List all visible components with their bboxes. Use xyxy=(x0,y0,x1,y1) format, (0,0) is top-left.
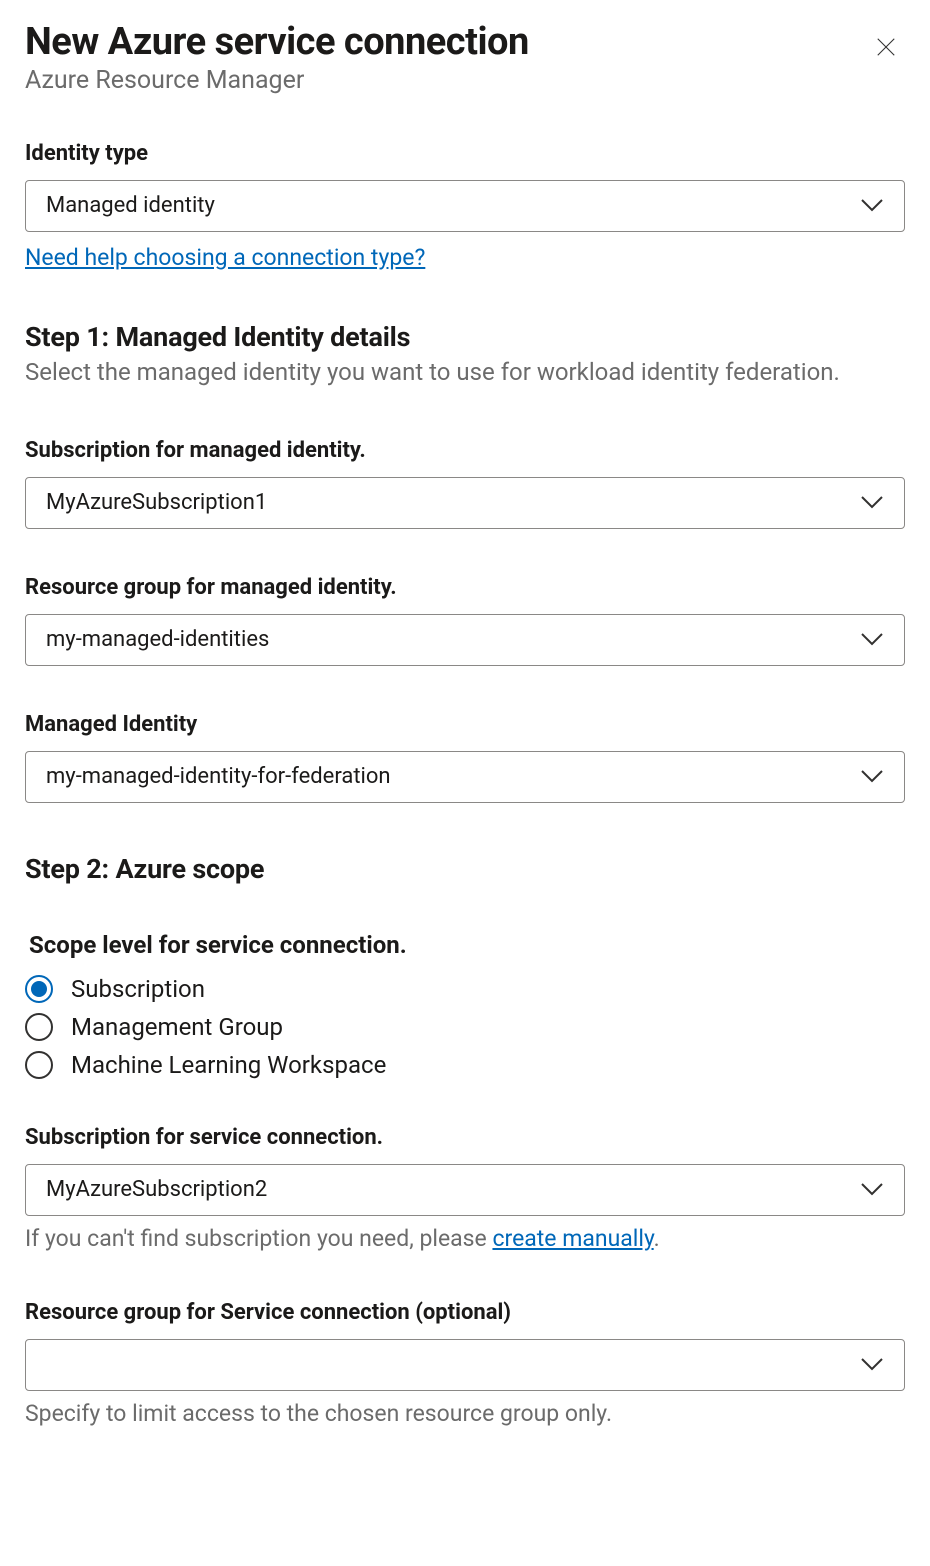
radio-icon xyxy=(25,975,53,1003)
sc-subscription-dropdown[interactable]: MyAzureSubscription2 xyxy=(25,1164,905,1216)
scope-option-label: Machine Learning Workspace xyxy=(71,1051,386,1079)
sc-subscription-label: Subscription for service connection. xyxy=(25,1125,905,1150)
managed-identity-dropdown[interactable]: my-managed-identity-for-federation xyxy=(25,751,905,803)
chevron-down-icon xyxy=(860,629,884,651)
scope-option-label: Subscription xyxy=(71,975,205,1003)
help-link[interactable]: Need help choosing a connection type? xyxy=(25,244,425,271)
chevron-down-icon xyxy=(860,492,884,514)
identity-type-dropdown[interactable]: Managed identity xyxy=(25,180,905,232)
identity-type-label: Identity type xyxy=(25,141,905,166)
scope-option-subscription[interactable]: Subscription xyxy=(25,975,905,1003)
scope-option-mgmt-group[interactable]: Management Group xyxy=(25,1013,905,1041)
scope-option-label: Management Group xyxy=(71,1013,283,1041)
mi-subscription-value: MyAzureSubscription1 xyxy=(46,490,267,515)
sc-rg-label: Resource group for Service connection (o… xyxy=(25,1300,905,1325)
dialog-title: New Azure service connection xyxy=(25,22,529,64)
sc-rg-hint: Specify to limit access to the chosen re… xyxy=(25,1399,905,1429)
create-manually-link[interactable]: create manually xyxy=(492,1225,653,1252)
sc-rg-dropdown[interactable] xyxy=(25,1339,905,1391)
chevron-down-icon xyxy=(860,1179,884,1201)
sc-subscription-value: MyAzureSubscription2 xyxy=(46,1177,267,1202)
mi-subscription-dropdown[interactable]: MyAzureSubscription1 xyxy=(25,477,905,529)
managed-identity-value: my-managed-identity-for-federation xyxy=(46,764,391,789)
radio-icon xyxy=(25,1051,53,1079)
radio-icon xyxy=(25,1013,53,1041)
chevron-down-icon xyxy=(860,766,884,788)
step1-desc: Select the managed identity you want to … xyxy=(25,357,905,388)
identity-type-value: Managed identity xyxy=(46,193,215,218)
step2-title: Step 2: Azure scope xyxy=(25,853,905,885)
chevron-down-icon xyxy=(860,195,884,217)
mi-rg-dropdown[interactable]: my-managed-identities xyxy=(25,614,905,666)
mi-rg-value: my-managed-identities xyxy=(46,627,269,652)
mi-rg-label: Resource group for managed identity. xyxy=(25,575,905,600)
mi-subscription-label: Subscription for managed identity. xyxy=(25,438,905,463)
scope-level-label: Scope level for service connection. xyxy=(29,931,905,959)
scope-option-ml-workspace[interactable]: Machine Learning Workspace xyxy=(25,1051,905,1079)
managed-identity-label: Managed Identity xyxy=(25,712,905,737)
step1-title: Step 1: Managed Identity details xyxy=(25,321,905,353)
dialog-subtitle: Azure Resource Manager xyxy=(25,66,529,95)
close-icon xyxy=(875,35,897,65)
chevron-down-icon xyxy=(860,1354,884,1376)
sc-subscription-hint: If you can't find subscription you need,… xyxy=(25,1224,905,1254)
scope-radio-group: Subscription Management Group Machine Le… xyxy=(25,975,905,1079)
close-button[interactable] xyxy=(867,28,905,71)
